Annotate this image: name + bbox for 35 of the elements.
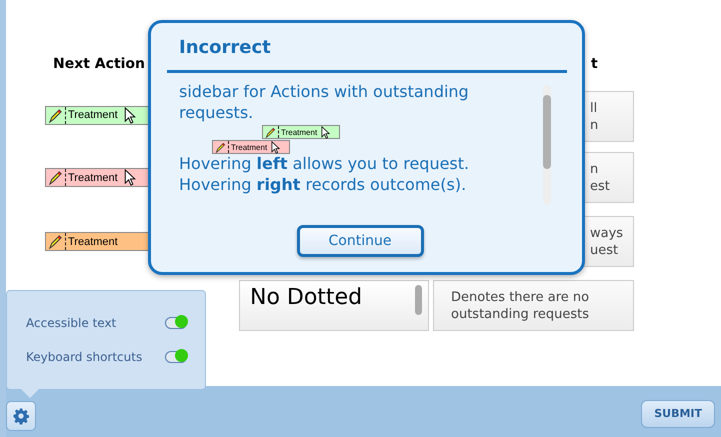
toggle-switch[interactable] — [165, 317, 187, 329]
cursor-icon — [124, 106, 136, 124]
description-text: ways — [590, 224, 624, 242]
pen-icon — [48, 108, 63, 122]
treatment-chip: Treatment — [212, 140, 290, 154]
pen-icon — [48, 170, 63, 185]
pen-icon — [215, 142, 226, 152]
submit-button[interactable]: SUBMIT — [641, 400, 715, 428]
treatment-chip: Treatment — [262, 125, 340, 139]
settings-icon — [12, 406, 30, 424]
settings-button[interactable] — [6, 400, 36, 430]
description-text: ll — [590, 100, 598, 116]
setting-label: Accessible text — [26, 316, 116, 330]
description-text: outstanding requests — [451, 306, 590, 322]
cursor-icon — [271, 140, 280, 154]
setting-label: Keyboard shortcuts — [26, 350, 142, 364]
toggle-switch[interactable] — [165, 351, 187, 363]
scrollbar[interactable] — [543, 85, 551, 205]
pen-icon — [265, 126, 276, 138]
cursor-icon — [321, 126, 330, 138]
description-text: Denotes there are no — [451, 288, 590, 306]
column-header: Next Action — [52, 56, 146, 74]
dialog-paragraph: Hovering left allows you to request. Hovering right records outcome(s). — [179, 153, 470, 195]
description-text: uest — [590, 242, 620, 258]
description-text: est — [590, 178, 610, 194]
pen-icon — [48, 234, 63, 249]
scrollbar[interactable] — [415, 285, 422, 315]
cursor-icon — [124, 169, 136, 186]
column-header: t — [590, 56, 599, 74]
description-text: n — [590, 116, 598, 134]
dialog-title: Incorrect — [178, 37, 272, 59]
continue-button[interactable]: Continue — [296, 225, 424, 257]
dialog-paragraph: sidebar for Actions with outstanding requests. — [179, 81, 470, 123]
status-text: No Dotted — [250, 285, 362, 312]
description-text: n — [590, 160, 600, 178]
